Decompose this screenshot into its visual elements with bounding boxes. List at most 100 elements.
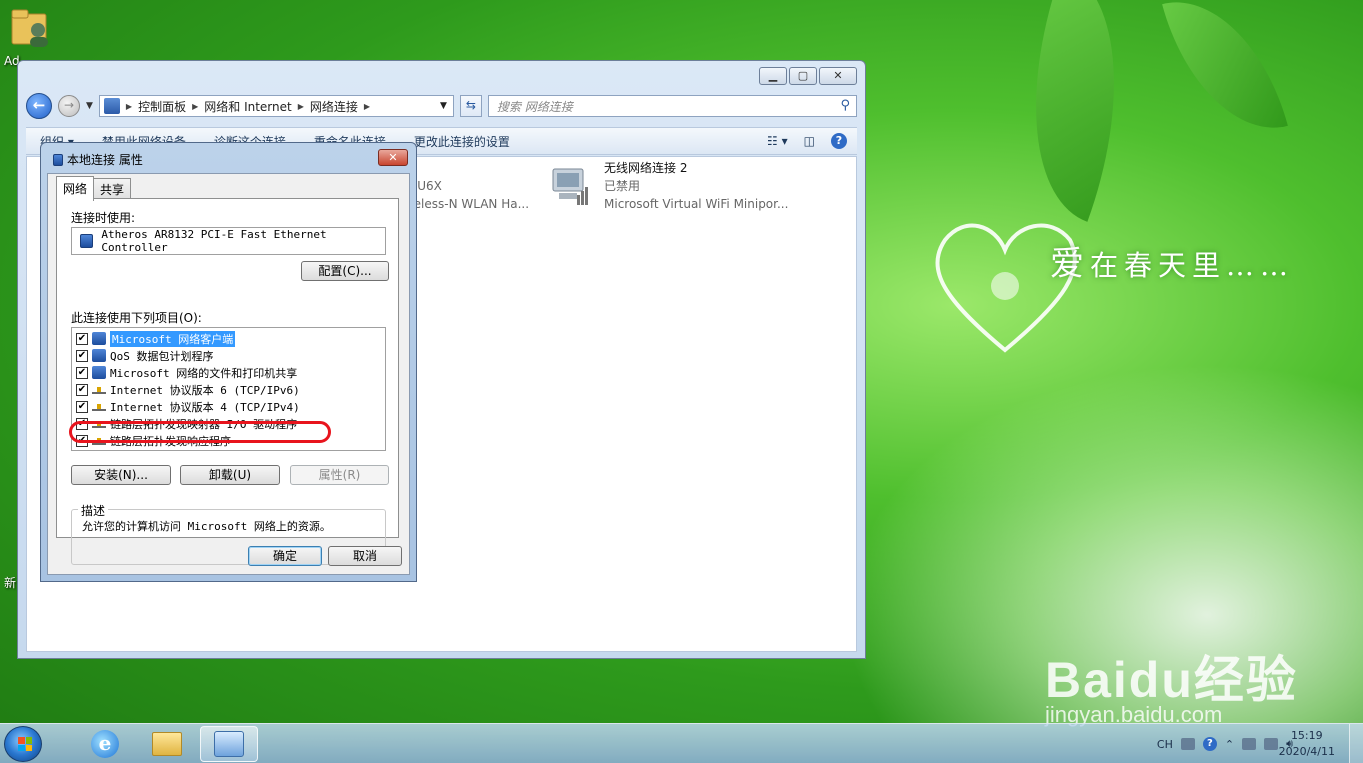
back-button[interactable]: ←	[26, 93, 52, 119]
ok-button[interactable]: 确定	[248, 546, 322, 566]
connection-device: reless-N WLAN Ha...	[409, 197, 530, 211]
uninstall-button[interactable]: 卸载(U)	[180, 465, 280, 485]
breadcrumb-item[interactable]: 网络和 Internet	[204, 98, 291, 115]
connection-item[interactable]: AU6X reless-N WLAN Ha...	[409, 177, 529, 213]
network-adapter-icon	[53, 153, 63, 166]
language-indicator[interactable]: CH	[1157, 738, 1173, 751]
chevron-right-icon: ▶	[125, 101, 133, 111]
install-button[interactable]: 安装(N)...	[71, 465, 171, 485]
system-tray: CH ? ⌃ 🔊︎	[1157, 724, 1293, 763]
chevron-right-icon: ▶	[363, 101, 371, 111]
network-client-icon	[92, 366, 106, 379]
connection-device: Microsoft Virtual WiFi Minipor...	[604, 197, 789, 211]
dialog-title: 本地连接 属性	[67, 153, 143, 167]
start-button[interactable]	[4, 726, 42, 762]
checkbox[interactable]: ✔	[76, 383, 88, 396]
user-folder-icon[interactable]	[10, 4, 52, 50]
list-item[interactable]: ✔ QoS 数据包计划程序	[76, 347, 381, 364]
search-input[interactable]: 搜索 网络连接 ⚲	[487, 95, 857, 117]
wallpaper-text: 爱在春天里……	[1050, 244, 1295, 284]
connection-name: 无线网络连接 2	[604, 161, 688, 175]
adapter-field: Atheros AR8132 PCI-E Fast Ethernet Contr…	[71, 227, 386, 255]
chevron-right-icon: ▶	[192, 101, 199, 111]
item-label: QoS 数据包计划程序	[110, 349, 214, 363]
search-icon[interactable]: ⚲	[840, 98, 850, 113]
search-placeholder: 搜索 网络连接	[496, 99, 573, 114]
folder-icon	[152, 732, 182, 756]
close-button[interactable]: ✕	[819, 67, 857, 85]
item-label: Microsoft 网络客户端	[110, 330, 236, 347]
control-panel-icon	[103, 98, 120, 114]
network-client-icon	[92, 349, 106, 362]
connection-status: 已禁用	[604, 179, 641, 193]
view-options-icon[interactable]: ☷ ▾	[767, 134, 788, 148]
connect-using-label: 连接时使用:	[71, 211, 136, 225]
taskbar-ie[interactable]: e	[76, 726, 134, 762]
show-desktop-button[interactable]	[1349, 724, 1363, 763]
window-controls: ▁ ▢ ✕	[759, 67, 857, 85]
dialog-close-button[interactable]: ✕	[378, 149, 408, 166]
ipv4-highlight-annotation	[69, 421, 331, 443]
navigation-bar: ← → ▼ ▶ 控制面板 ▶ 网络和 Internet ▶ 网络连接 ▶ ▼ ⇆…	[26, 91, 857, 121]
items-label: 此连接使用下列项目(O):	[71, 311, 202, 325]
forward-button[interactable]: →	[58, 95, 80, 117]
windows-logo-icon	[18, 737, 32, 751]
address-bar[interactable]: ▶ 控制面板 ▶ 网络和 Internet ▶ 网络连接 ▶ ▼	[98, 95, 454, 117]
clock-time: 15:19	[1290, 729, 1323, 742]
list-item[interactable]: ✔ Internet 协议版本 6 (TCP/IPv6)	[76, 381, 381, 398]
list-item[interactable]: ✔ Microsoft 网络的文件和打印机共享	[76, 364, 381, 381]
taskbar-control-panel[interactable]	[200, 726, 258, 762]
tab-network[interactable]: 网络	[56, 176, 95, 201]
history-dropdown-icon[interactable]: ▼	[86, 101, 93, 111]
local-connection-properties-dialog: 本地连接 属性 ✕ 网络 共享 连接时使用: Atheros AR8132 PC…	[40, 142, 417, 582]
address-dropdown-icon[interactable]: ▼	[440, 101, 447, 111]
dialog-body: 网络 共享 连接时使用: Atheros AR8132 PCI-E Fast E…	[47, 173, 410, 575]
taskbar: e CH ? ⌃ 🔊︎ 15:19 2020/4/11	[0, 723, 1363, 763]
taskbar-explorer[interactable]	[138, 726, 196, 762]
maximize-button[interactable]: ▢	[789, 67, 817, 85]
item-label: Internet 协议版本 4 (TCP/IPv4)	[110, 400, 300, 414]
network-client-icon	[92, 332, 106, 345]
configure-button[interactable]: 配置(C)...	[301, 261, 389, 281]
chevron-right-icon: ▶	[297, 101, 304, 111]
device-icon[interactable]	[1242, 738, 1257, 750]
list-item[interactable]: ✔ Microsoft 网络客户端	[76, 330, 381, 347]
connection-item[interactable]: 无线网络连接 2 已禁用 Microsoft Virtual WiFi Mini…	[604, 159, 788, 213]
network-adapter-icon	[80, 234, 94, 248]
change-settings-button[interactable]: 更改此连接的设置	[400, 133, 524, 150]
checkbox[interactable]: ✔	[76, 349, 88, 362]
checkbox[interactable]: ✔	[76, 366, 88, 379]
clock[interactable]: 15:19 2020/4/11	[1279, 728, 1335, 760]
adapter-name: Atheros AR8132 PCI-E Fast Ethernet Contr…	[101, 228, 327, 254]
network-icon[interactable]	[1264, 738, 1279, 750]
wallpaper-leaf	[983, 0, 1167, 222]
network-computer-icon[interactable]	[549, 165, 589, 209]
help-icon[interactable]: ?	[1202, 737, 1217, 751]
cancel-button[interactable]: 取消	[328, 546, 402, 566]
description-label: 描述	[78, 502, 109, 519]
control-panel-icon	[214, 731, 244, 757]
item-label: Internet 协议版本 6 (TCP/IPv6)	[110, 383, 300, 397]
preview-pane-icon[interactable]: ◫	[804, 134, 815, 148]
refresh-button[interactable]: ⇆	[459, 95, 482, 117]
checkbox[interactable]: ✔	[76, 400, 88, 413]
properties-button[interactable]: 属性(R)	[290, 465, 389, 485]
list-item[interactable]: ✔ Internet 协议版本 4 (TCP/IPv4)	[76, 398, 381, 415]
wallpaper-leaf	[1162, 0, 1288, 150]
breadcrumb-item[interactable]: 网络连接	[310, 98, 358, 115]
tray-expand-icon[interactable]: ⌃	[1225, 738, 1234, 751]
keyboard-icon[interactable]	[1180, 738, 1195, 750]
wallpaper-heart	[935, 223, 1077, 353]
item-label: Microsoft 网络的文件和打印机共享	[110, 366, 298, 380]
clock-date: 2020/4/11	[1278, 745, 1335, 758]
description-text: 允许您的计算机访问 Microsoft 网络上的资源。	[82, 520, 331, 533]
help-icon[interactable]: ?	[831, 133, 847, 149]
checkbox[interactable]: ✔	[76, 332, 88, 345]
network-tab-panel: 连接时使用: Atheros AR8132 PCI-E Fast Etherne…	[56, 198, 399, 565]
breadcrumb-item[interactable]: 控制面板	[138, 98, 186, 115]
protocol-icon	[92, 402, 106, 412]
desktop-icon-label: 新	[4, 576, 17, 590]
protocol-icon	[92, 385, 106, 395]
minimize-button[interactable]: ▁	[759, 67, 787, 85]
dialog-title-bar: 本地连接 属性	[53, 151, 143, 168]
